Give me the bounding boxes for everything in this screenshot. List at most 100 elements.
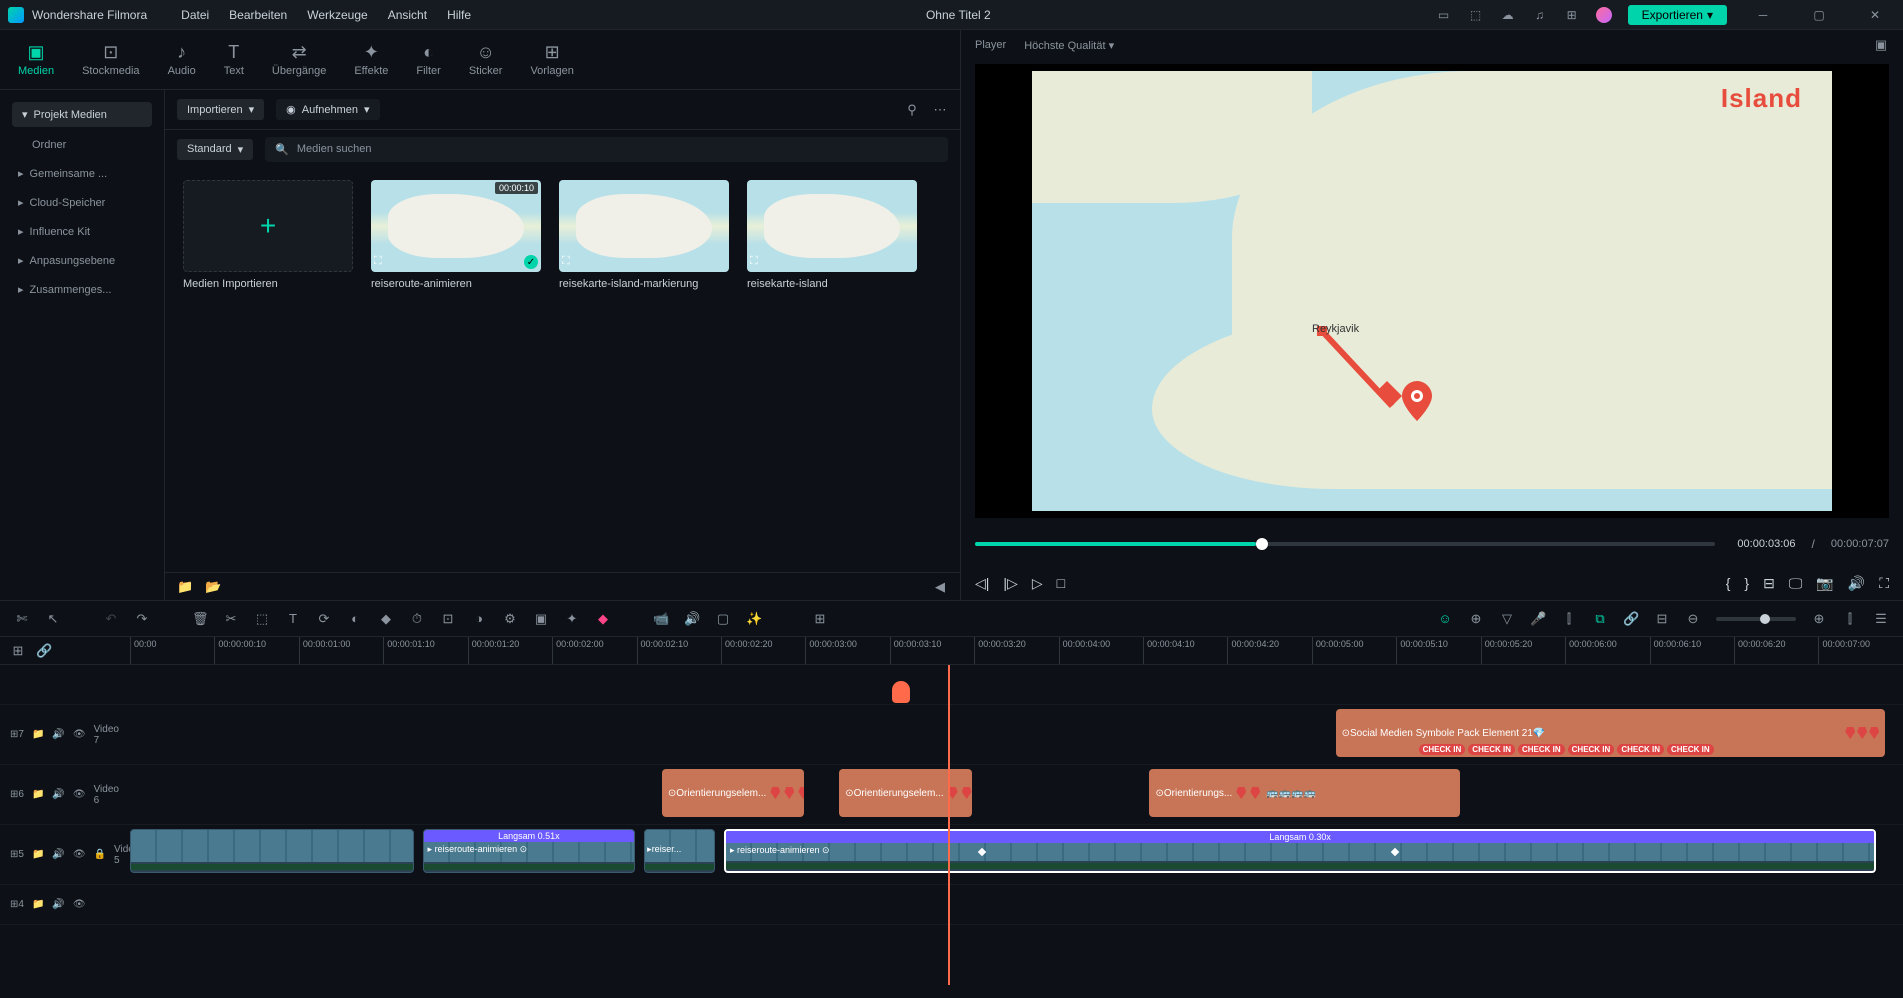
- media-clip-3[interactable]: ⛶ reisekarte-island: [747, 180, 917, 290]
- mark-in-button[interactable]: {: [1726, 575, 1731, 591]
- duration-button[interactable]: ⏱: [409, 611, 425, 627]
- clip-video-2[interactable]: Langsam 0.51x ▸ reiseroute-animieren ⊙: [423, 829, 636, 873]
- track-add-icon[interactable]: ⊞: [10, 643, 26, 659]
- headphones-icon[interactable]: ♫: [1532, 7, 1548, 23]
- record-dropdown[interactable]: ◉ Aufnehmen ▾: [276, 99, 379, 120]
- text-button[interactable]: T: [285, 611, 301, 626]
- clip-video-3[interactable]: ▸reiser...: [644, 829, 715, 873]
- menu-help[interactable]: Hilfe: [437, 8, 481, 22]
- magnet-icon[interactable]: ⧉: [1592, 611, 1608, 627]
- prev-frame-button[interactable]: ◁|: [975, 575, 989, 592]
- clip-orient-2[interactable]: ⊙ Orientierungselem...: [839, 769, 972, 817]
- mark-out-button[interactable]: }: [1744, 575, 1749, 591]
- next-frame-button[interactable]: |▷: [1003, 575, 1017, 592]
- zoom-out-button[interactable]: ⊖: [1685, 611, 1701, 627]
- mask-button[interactable]: ◑: [471, 611, 487, 626]
- snapshot-button[interactable]: 📷: [1816, 575, 1833, 592]
- undo-button[interactable]: ↶: [103, 611, 119, 627]
- color-button[interactable]: ◐: [347, 611, 363, 626]
- mixer-icon[interactable]: ⫿: [1561, 611, 1577, 627]
- effects-button[interactable]: ✨: [746, 611, 762, 627]
- track-header-v5[interactable]: ⊞5📁🔊👁🔒 Video 5: [0, 825, 130, 884]
- tab-filter[interactable]: ◐Filter: [414, 38, 442, 81]
- filter-icon[interactable]: ⚲: [904, 102, 920, 118]
- sidebar-compound[interactable]: ▸ Zusammenges...: [0, 275, 164, 304]
- play-button[interactable]: ▷: [1032, 575, 1043, 592]
- speed-button[interactable]: ⟳: [316, 611, 332, 627]
- folder-icon[interactable]: 📁: [177, 579, 193, 595]
- audio-icon[interactable]: 🔊: [684, 611, 700, 627]
- tab-audio[interactable]: ♪Audio: [166, 38, 198, 81]
- clip-social-media[interactable]: ⊙ Social Medien Symbole Pack Element 21 …: [1336, 709, 1886, 757]
- clip-orient-3[interactable]: ⊙ Orientierungs...🚌🚌🚌🚌: [1149, 769, 1459, 817]
- export-button[interactable]: Exportieren ▾: [1628, 5, 1727, 25]
- view-mode-dropdown[interactable]: Standard ▾: [177, 139, 253, 160]
- display-icon[interactable]: 🖵: [1789, 575, 1803, 592]
- fullscreen-button[interactable]: ⛶: [1879, 575, 1889, 592]
- minimize-button[interactable]: ─: [1743, 0, 1783, 30]
- menu-tools[interactable]: Werkzeuge: [297, 8, 377, 22]
- clip-orient-1[interactable]: ⊙ Orientierungselem...: [662, 769, 804, 817]
- tab-stockmedia[interactable]: ⊡Stockmedia: [80, 38, 141, 81]
- cut-mode-icon[interactable]: ⊟: [1654, 611, 1670, 627]
- grid-icon[interactable]: ⊞: [1564, 7, 1580, 23]
- crop-button[interactable]: ⬚: [254, 611, 270, 627]
- ratio-icon[interactable]: ⊟: [1763, 575, 1775, 592]
- adjust-button[interactable]: ⚙: [502, 611, 518, 627]
- cloud-icon[interactable]: ☁: [1500, 7, 1516, 23]
- maximize-button[interactable]: ▢: [1799, 0, 1839, 30]
- tool-cursor[interactable]: ↖: [45, 611, 61, 627]
- clip-video-4-selected[interactable]: Langsam 0.30x ▸ reiseroute-animieren ⊙: [724, 829, 1876, 873]
- player-progress[interactable]: [975, 542, 1715, 546]
- profile-icon[interactable]: [1596, 7, 1612, 23]
- display-icon[interactable]: ▣: [1873, 37, 1889, 53]
- marker-icon[interactable]: ⊕: [1468, 611, 1484, 627]
- track-header-v7[interactable]: ⊞7📁🔊👁 Video 7: [0, 705, 130, 764]
- tab-effects[interactable]: ✦Effekte: [352, 38, 390, 81]
- quality-dropdown[interactable]: Höchste Qualität ▾: [1024, 39, 1114, 52]
- sidebar-project-media[interactable]: ▾ Projekt Medien: [12, 102, 152, 127]
- sidebar-folder[interactable]: Ordner: [0, 131, 164, 159]
- group-button[interactable]: ⊞: [812, 611, 828, 627]
- tab-text[interactable]: TText: [222, 38, 246, 81]
- playhead[interactable]: [948, 665, 950, 985]
- video-icon[interactable]: 📹: [653, 611, 669, 627]
- render-button[interactable]: ▢: [715, 611, 731, 627]
- menu-edit[interactable]: Bearbeiten: [219, 8, 297, 22]
- menu-file[interactable]: Datei: [171, 8, 219, 22]
- zoom-in-button[interactable]: ⊕: [1811, 611, 1827, 627]
- tab-transitions[interactable]: ⇄Übergänge: [270, 38, 328, 81]
- player-tab[interactable]: Player: [975, 39, 1006, 51]
- tab-templates[interactable]: ⊞Vorlagen: [528, 38, 575, 81]
- green-button[interactable]: ▣: [533, 611, 549, 627]
- tab-sticker[interactable]: ☺Sticker: [467, 38, 505, 81]
- tool-select[interactable]: ✄: [14, 611, 30, 627]
- shield-icon[interactable]: ▽: [1499, 611, 1515, 627]
- collapse-icon[interactable]: ◀: [932, 579, 948, 595]
- ai-button[interactable]: ✦: [564, 611, 580, 627]
- save-icon[interactable]: ⬚: [1468, 7, 1484, 23]
- sidebar-cloud[interactable]: ▸ Cloud-Speicher: [0, 188, 164, 217]
- player-viewport[interactable]: Island Reykjavik: [975, 64, 1889, 518]
- mark-button[interactable]: ◆: [595, 611, 611, 627]
- tab-media[interactable]: ▣Medien: [16, 38, 56, 81]
- track-header-v4[interactable]: ⊞4📁🔊👁: [0, 885, 130, 924]
- layout-icon[interactable]: ▭: [1436, 7, 1452, 23]
- media-clip-1[interactable]: 00:00:10 ✓ ⛶ reiseroute-animieren: [371, 180, 541, 290]
- track-link-icon[interactable]: 🔗: [36, 643, 52, 659]
- sidebar-influence[interactable]: ▸ Influence Kit: [0, 217, 164, 246]
- list-button[interactable]: ☰: [1873, 611, 1889, 627]
- import-dropdown[interactable]: Importieren ▾: [177, 99, 264, 120]
- cut-button[interactable]: ✂: [223, 611, 239, 627]
- link-icon[interactable]: 🔗: [1623, 611, 1639, 627]
- media-search-input[interactable]: 🔍 Medien suchen: [265, 137, 948, 162]
- menu-view[interactable]: Ansicht: [378, 8, 437, 22]
- redo-button[interactable]: ↷: [134, 611, 150, 627]
- close-button[interactable]: ✕: [1855, 0, 1895, 30]
- delete-button[interactable]: 🗑: [192, 611, 208, 627]
- ai-smart-icon[interactable]: ☺: [1437, 611, 1453, 626]
- fit-button[interactable]: ⫿: [1842, 611, 1858, 627]
- zoom-slider[interactable]: [1716, 617, 1796, 621]
- detach-button[interactable]: ⊡: [440, 611, 456, 627]
- cut-marker[interactable]: [892, 681, 910, 703]
